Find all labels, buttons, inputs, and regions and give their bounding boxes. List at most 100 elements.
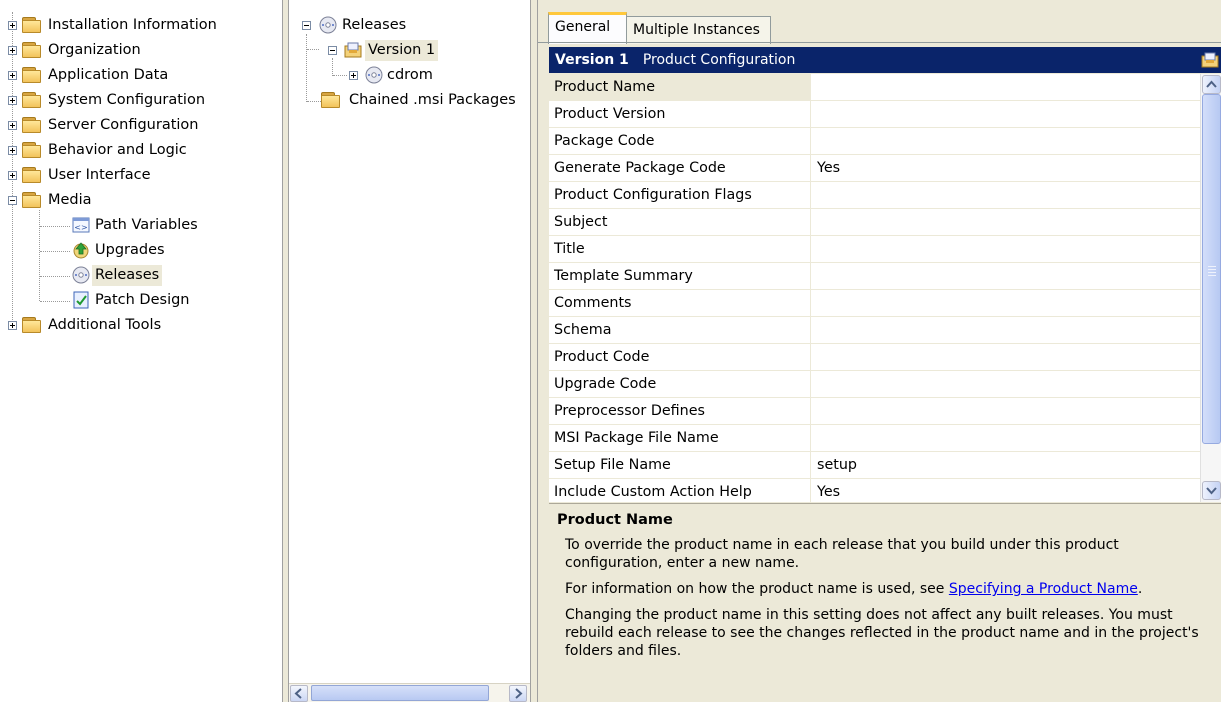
property-value[interactable] — [812, 209, 1200, 235]
tree-item-media[interactable]: Media — [0, 188, 270, 212]
help-paragraph: For information on how the product name … — [565, 580, 1211, 598]
property-row[interactable]: Preprocessor Defines — [549, 398, 1200, 425]
horizontal-scrollbar[interactable] — [289, 683, 530, 702]
tree-item-label: Additional Tools — [48, 317, 162, 333]
scroll-up-button[interactable] — [1202, 75, 1221, 94]
property-value[interactable] — [812, 290, 1200, 316]
property-value[interactable] — [812, 128, 1200, 154]
tree-item-additional-tools[interactable]: Additional Tools — [0, 313, 270, 337]
property-row[interactable]: Product Configuration Flags — [549, 182, 1200, 209]
tree-item-organization[interactable]: Organization — [0, 38, 270, 62]
property-row[interactable]: Product Name — [549, 74, 1200, 101]
tree-item-server-configuration[interactable]: Server Configuration — [0, 113, 270, 137]
tree-item-label: Upgrades — [95, 242, 165, 258]
property-row[interactable]: Include Custom Action Help Yes — [549, 479, 1200, 502]
tree-item-chained-msi-packages[interactable]: Chained .msi Packages — [289, 88, 529, 112]
property-pane: General Multiple Instances Version 1 Prod… — [538, 0, 1221, 702]
tree-item-label: Releases — [92, 265, 163, 286]
property-value[interactable] — [812, 182, 1200, 208]
property-value[interactable] — [812, 101, 1200, 127]
property-name: Generate Package Code — [549, 155, 811, 181]
property-name: Product Configuration Flags — [549, 182, 811, 208]
tab-general[interactable]: General — [548, 12, 627, 44]
property-value[interactable] — [812, 371, 1200, 397]
collapse-minus-icon[interactable] — [302, 21, 311, 30]
pane-splitter[interactable] — [282, 0, 289, 702]
releases-cd-icon — [72, 266, 90, 284]
property-value[interactable] — [812, 74, 1200, 100]
pane-splitter[interactable] — [530, 0, 538, 702]
expand-plus-icon[interactable] — [8, 146, 17, 155]
scroll-left-button[interactable] — [290, 685, 308, 702]
tree-item-label: Organization — [48, 42, 141, 58]
property-value[interactable]: Yes — [812, 155, 1200, 181]
tree-item-system-configuration[interactable]: System Configuration — [0, 88, 270, 112]
property-value[interactable]: setup — [812, 452, 1200, 478]
property-value[interactable] — [812, 263, 1200, 289]
tree-item-application-data[interactable]: Application Data — [0, 63, 270, 87]
folder-icon — [22, 167, 42, 183]
cd-icon — [365, 66, 383, 84]
property-row[interactable]: Package Code — [549, 128, 1200, 155]
collapse-minus-icon[interactable] — [328, 46, 337, 55]
property-row[interactable]: Product Code — [549, 344, 1200, 371]
property-value[interactable] — [812, 398, 1200, 424]
scroll-right-button[interactable] — [509, 685, 527, 702]
property-row[interactable]: Comments — [549, 290, 1200, 317]
tree-item-label: Releases — [342, 17, 407, 33]
property-value[interactable] — [812, 344, 1200, 370]
expand-plus-icon[interactable] — [8, 171, 17, 180]
property-row[interactable]: Schema — [549, 317, 1200, 344]
tab-strip: General Multiple Instances — [538, 0, 1221, 46]
expand-plus-icon[interactable] — [349, 71, 358, 80]
property-value[interactable]: Yes — [812, 479, 1200, 502]
tree-item-releases[interactable]: Releases — [0, 263, 270, 287]
tree-item-label: Media — [48, 192, 92, 208]
tree-item-path-variables[interactable]: <> Path Variables — [0, 213, 270, 237]
expand-plus-icon[interactable] — [8, 121, 17, 130]
tree-item-patch-design[interactable]: Patch Design — [0, 288, 270, 312]
property-row[interactable]: Product Version — [549, 101, 1200, 128]
tab-multiple-instances[interactable]: Multiple Instances — [626, 16, 771, 44]
property-row[interactable]: Setup File Name setup — [549, 452, 1200, 479]
tree-item-label: Patch Design — [95, 292, 190, 308]
scroll-thumb[interactable] — [1202, 94, 1221, 444]
property-row[interactable]: Template Summary — [549, 263, 1200, 290]
expand-plus-icon[interactable] — [8, 46, 17, 55]
tree-item-upgrades[interactable]: Upgrades — [0, 238, 270, 262]
property-row[interactable]: Subject — [549, 209, 1200, 236]
folder-icon — [22, 117, 42, 133]
help-link-specifying-product-name[interactable]: Specifying a Product Name — [949, 581, 1138, 597]
tree-item-releases-root[interactable]: Releases — [289, 13, 529, 37]
tree-item-installation-information[interactable]: Installation Information — [0, 13, 270, 37]
tree-item-version-1[interactable]: Version 1 — [289, 38, 529, 62]
property-row[interactable]: MSI Package File Name — [549, 425, 1200, 452]
property-name: Template Summary — [549, 263, 811, 289]
upgrades-icon — [73, 242, 89, 259]
help-title: Product Name — [557, 512, 673, 528]
property-row[interactable]: Upgrade Code — [549, 371, 1200, 398]
folder-icon — [22, 317, 42, 333]
tree-item-label: Behavior and Logic — [48, 142, 187, 158]
tree-item-label: cdrom — [387, 67, 433, 83]
tree-item-user-interface[interactable]: User Interface — [0, 163, 270, 187]
property-value[interactable] — [812, 425, 1200, 451]
property-value[interactable] — [812, 236, 1200, 262]
expand-plus-icon[interactable] — [8, 71, 17, 80]
property-row[interactable]: Generate Package Code Yes — [549, 155, 1200, 182]
property-value[interactable] — [812, 317, 1200, 343]
expand-plus-icon[interactable] — [8, 321, 17, 330]
property-name: Product Code — [549, 344, 811, 370]
vertical-scrollbar[interactable] — [1200, 74, 1221, 502]
folder-icon — [22, 92, 42, 108]
expand-plus-icon[interactable] — [8, 96, 17, 105]
property-row[interactable]: Title — [549, 236, 1200, 263]
tree-item-behavior-and-logic[interactable]: Behavior and Logic — [0, 138, 270, 162]
expand-plus-icon[interactable] — [8, 21, 17, 30]
collapse-minus-icon[interactable] — [8, 196, 17, 205]
scroll-down-button[interactable] — [1202, 481, 1221, 500]
help-text: . — [1137, 581, 1143, 597]
property-name: Setup File Name — [549, 452, 811, 478]
tree-item-cdrom[interactable]: cdrom — [289, 63, 529, 87]
scroll-thumb[interactable] — [311, 685, 489, 701]
